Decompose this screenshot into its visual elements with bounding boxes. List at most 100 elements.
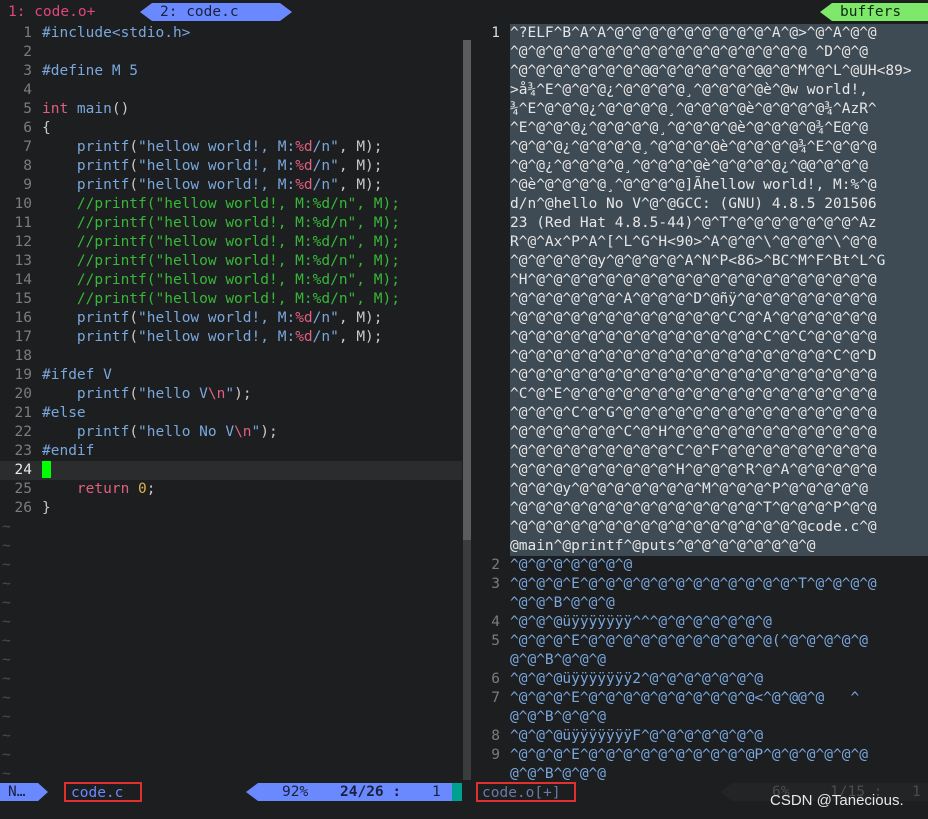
code-line[interactable]: 24 [0,461,462,480]
code-line[interactable]: 25 return 0; [0,480,462,499]
line-text[interactable]: ^@^@¿^@^@^@^@¸^@^@^@^@è^@^@^@^@¿^@@^@^@^… [510,157,928,176]
line-text[interactable]: #else [42,404,86,423]
binary-line[interactable]: 2 ^@^@^@^@^@^@^@ [472,556,928,575]
code-line[interactable]: 3 #define M 5 [0,62,462,81]
line-text[interactable]: ^@^@^@üÿÿÿÿÿÿÿF^@^@^@^@^@^@^@ [510,727,763,746]
line-text[interactable]: //printf("hellow world!, M:%d/n", M); [42,290,400,309]
line-text[interactable]: { [42,119,51,138]
code-line[interactable]: 19 #ifdef V [0,366,462,385]
right-editor-pane[interactable]: 1 ^?ELF^B^A^A^@^@^@^@^@^@^@^@^@^A^@>^@^A^… [472,22,928,780]
line-text[interactable]: ^C^@^E^@^@^@^@^@^@^@^@^@^@^@^@^@^@^@^@^@… [510,385,928,404]
binary-line[interactable]: ^@^@^@^@^@y^@^@^@^@^A^N^P<86>^BC^M^F^Bt^… [472,252,928,271]
line-text[interactable]: ^@^@^@^@^@y^@^@^@^@^A^N^P<86>^BC^M^F^Bt^… [510,252,928,271]
code-line[interactable]: 18 [0,347,462,366]
line-text[interactable]: ^@^@^@^E^@^@^@^@^@^@^@^@^@^@^@^@^T^@^@^@… [510,575,877,594]
line-text[interactable]: @main^@printf^@puts^@^@^@^@^@^@^@^@ [510,537,928,556]
line-text[interactable]: ^?ELF^B^A^A^@^@^@^@^@^@^@^@^@^A^@>^@^A^@… [510,24,928,43]
line-text[interactable]: ^@^@^@¿^@^@^@^@¸^@^@^@^@è^@^@^@^@¾^E^@^@… [510,138,928,157]
binary-line[interactable]: ^@è^@^@^@^@¸^@^@^@^@]Ãhellow world!, M:%… [472,176,928,195]
line-text[interactable]: ^@^@^@üÿÿÿÿÿÿÿ^^^@^@^@^@^@^@^@ [510,613,772,632]
binary-line[interactable]: ^@^@^@^@^@^@^@^@^@^@^@^@^C^@^A^@^@^@^@^@… [472,309,928,328]
code-line[interactable]: 2 [0,43,462,62]
code-line[interactable]: 26} [0,499,462,518]
binary-line[interactable]: ^@^@^@^@^@^@^A^@^@^@^D^@ñÿ^@^@^@^@^@^@^@… [472,290,928,309]
line-text[interactable]: ^@^@^@^C^@^G^@^@^@^@^@^@^@^@^@^@^@^@^@^@… [510,404,928,423]
binary-line[interactable]: ^@^@^@^@^@^@^@^@^@^@^@^@^@^@^@^@^@^@^@^@… [472,366,928,385]
line-text[interactable]: #endif [42,442,94,461]
code-line[interactable]: 21 #else [0,404,462,423]
line-text[interactable]: ^@^@^@y^@^@^@^@^@^@^@^M^@^@^@^P^@^@^@^@^… [510,480,928,499]
line-text[interactable]: ^@^@^@^@^@^@^C^@^H^@^@^@^@^@^@^@^@^@^@^@… [510,423,928,442]
code-line[interactable]: 20 printf("hello V\n"); [0,385,462,404]
binary-line[interactable]: R^@^Ax^P^A^[^L^G^H<90>^A^@^@^\^@^@^@^\^@… [472,233,928,252]
binary-line[interactable]: ^E^@^@^@¿^@^@^@^@¸^@^@^@^@è^@^@^@^@¾^E@^… [472,119,928,138]
line-text[interactable]: //printf("hellow world!, M:%d/n", M); [42,252,400,271]
line-text[interactable] [42,461,51,481]
line-text[interactable]: printf("hellow world!, M:%d/n", M); [42,176,383,195]
line-text[interactable]: printf("hellow world!, M:%d/n", M); [42,157,383,176]
binary-line[interactable]: ^@^@^@^@^@^@^@^@^@^H^@^@^@^R^@^A^@^@^@^@… [472,461,928,480]
line-text[interactable]: ^@^@^@^@^@^@^@^@^@^@^@^@^@^@^@^@^@code.c… [510,518,928,537]
line-text[interactable]: #include<stdio.h> [42,24,190,43]
code-line[interactable]: 10 //printf("hellow world!, M:%d/n", M); [0,195,462,214]
binary-line[interactable]: 8 ^@^@^@üÿÿÿÿÿÿÿF^@^@^@^@^@^@^@ [472,727,928,746]
line-text[interactable]: ^@^@^@^@^@^@^@^@^@^@^@^@^@^@^@^@^@ ^D^@^… [510,43,928,62]
line-text[interactable]: printf("hello V\n"); [42,385,252,404]
code-line[interactable]: 12 //printf("hellow world!, M:%d/n", M); [0,233,462,252]
code-line[interactable]: 8 printf("hellow world!, M:%d/n", M); [0,157,462,176]
binary-line[interactable]: ^@^@^@^@^@^@^@^@^@^@^@^@^@^@^@^@^@ ^D^@^… [472,43,928,62]
line-text[interactable]: ^@^@^@^@^@^@^@^@^@^@^@^@^C^@^A^@^@^@^@^@… [510,309,928,328]
binary-line[interactable]: ^@^@^@^@^@^@^@^@^@^C^@^F^@^@^@^@^@^@^@^@… [472,442,928,461]
line-text[interactable]: @^@^B^@^@^@ [510,765,606,780]
line-text[interactable]: ^@^@^@^@^@^@^A^@^@^@^D^@ñÿ^@^@^@^@^@^@^@… [510,290,928,309]
code-line[interactable]: 14 //printf("hellow world!, M:%d/n", M); [0,271,462,290]
line-text[interactable]: ^@^@^@^@^@^@^@^@^@^@^@^@^@^@^C^@^C^@^@^@… [510,328,928,347]
line-text[interactable]: printf("hellow world!, M:%d/n", M); [42,328,383,347]
binary-line[interactable]: ^@^@^@y^@^@^@^@^@^@^@^M^@^@^@^P^@^@^@^@^… [472,480,928,499]
binary-line[interactable]: ^@^@^@^C^@^G^@^@^@^@^@^@^@^@^@^@^@^@^@^@… [472,404,928,423]
line-text[interactable]: @^@^B^@^@^@ [510,651,606,670]
line-text[interactable]: ^@^@^@^@^@^@^@^@^@^@^@^@^@^@^@^@^@^@^@^@… [510,366,928,385]
code-line[interactable]: 9 printf("hellow world!, M:%d/n", M); [0,176,462,195]
line-text[interactable]: ^@è^@^@^@^@¸^@^@^@^@]Ãhellow world!, M:%… [510,176,928,195]
code-line[interactable]: 15 //printf("hellow world!, M:%d/n", M); [0,290,462,309]
code-line[interactable]: 7 printf("hellow world!, M:%d/n", M); [0,138,462,157]
buffers-label[interactable]: buffers [820,3,928,21]
binary-line[interactable]: ^C^@^E^@^@^@^@^@^@^@^@^@^@^@^@^@^@^@^@^@… [472,385,928,404]
line-text[interactable]: ^@^@^@^E^@^@^@^@^@^@^@^@^@^@^@(^@^@^@^@^… [510,632,868,651]
line-text[interactable]: printf("hello No V\n"); [42,423,278,442]
line-text[interactable]: ^@^@^@^@^@^@^@^@@^@^@^@^@^@^@@^@^M^@^L^@… [510,62,928,81]
code-line[interactable]: 16 printf("hellow world!, M:%d/n", M); [0,309,462,328]
line-text[interactable]: ^E^@^@^@¿^@^@^@^@¸^@^@^@^@è^@^@^@^@¾^E@^… [510,119,928,138]
line-text[interactable]: ^@^@^@üÿÿÿÿÿÿÿ2^@^@^@^@^@^@^@ [510,670,763,689]
binary-line[interactable]: ^H^@^@^@^@^@^@^@^@^@^@^@^@^@^@^@^@^@^@^@… [472,271,928,290]
line-text[interactable]: R^@^Ax^P^A^[^L^G^H<90>^A^@^@^\^@^@^@^\^@… [510,233,928,252]
binary-line[interactable]: ¾^E^@^@^@¿^@^@^@^@¸^@^@^@^@è^@^@^@^@¾^Az… [472,100,928,119]
line-text[interactable]: #define M 5 [42,62,138,81]
line-text[interactable]: @^@^B^@^@^@ [510,708,606,727]
binary-line[interactable]: ^@^@^@^@^@^@^@^@^@^@^@^@^@^@^@^@^@code.c… [472,518,928,537]
code-line[interactable]: 13 //printf("hellow world!, M:%d/n", M); [0,252,462,271]
code-line[interactable]: 22 printf("hello No V\n"); [0,423,462,442]
code-line[interactable]: 5 int main() [0,100,462,119]
line-text[interactable]: ¾^E^@^@^@¿^@^@^@^@¸^@^@^@^@è^@^@^@^@¾^Az… [510,100,928,119]
binary-line[interactable]: ^@^@^@^@^@^@^C^@^H^@^@^@^@^@^@^@^@^@^@^@… [472,423,928,442]
split-scroll-thumb[interactable] [463,40,471,540]
line-text[interactable]: return 0; [42,480,156,499]
binary-line[interactable]: ^@^@^@¿^@^@^@^@¸^@^@^@^@è^@^@^@^@¾^E^@^@… [472,138,928,157]
line-text[interactable]: #ifdef V [42,366,112,385]
code-line[interactable]: 6{ [0,119,462,138]
line-text[interactable]: //printf("hellow world!, M:%d/n", M); [42,195,400,214]
binary-line[interactable]: 5 ^@^@^@^E^@^@^@^@^@^@^@^@^@^@^@(^@^@^@^@… [472,632,928,651]
left-editor-pane[interactable]: 1 #include<stdio.h> 2 3 #define M 5 4 5 int mai… [0,22,462,782]
line-text[interactable]: >å¾^E^@^@^@¿^@^@^@^@¸^@^@^@^@è^@w world!… [510,81,928,100]
line-text[interactable]: ^@^@^@^@^@^@^@^@^@^H^@^@^@^R^@^A^@^@^@^@… [510,461,928,480]
binary-line[interactable]: ^@^@¿^@^@^@^@¸^@^@^@^@è^@^@^@^@¿^@@^@^@^… [472,157,928,176]
binary-line[interactable]: 23 (Red Hat 4.8.5-44)^@^T^@^@^@^@^@^@^@^… [472,214,928,233]
binary-line[interactable]: 4 ^@^@^@üÿÿÿÿÿÿÿ^^^@^@^@^@^@^@^@ [472,613,928,632]
line-text[interactable]: d/n^@hello No V^@^@GCC: (GNU) 4.8.5 2015… [510,195,928,214]
line-text[interactable]: ^@^@^@^E^@^@^@^@^@^@^@^@^@^@P^@^@^@^@^@^… [510,746,868,765]
binary-line[interactable]: 9 ^@^@^@^E^@^@^@^@^@^@^@^@^@^@P^@^@^@^@^@… [472,746,928,765]
binary-line[interactable]: ^@^@^@^@^@^@^@^@^@^@^@^@^@^@^T^@^@^@^P^@… [472,499,928,518]
tab-code-c[interactable]: 2: code.c [140,3,292,21]
